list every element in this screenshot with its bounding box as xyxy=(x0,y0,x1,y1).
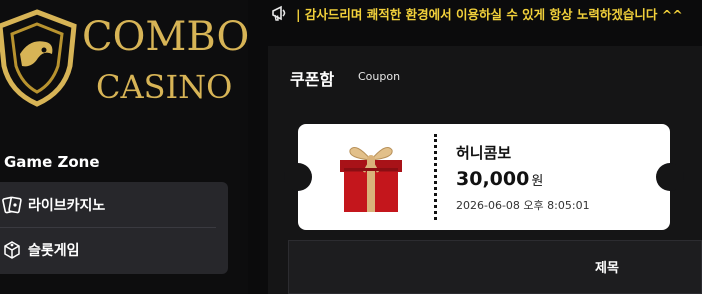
coupon-amount-value: 30,000 xyxy=(456,168,530,190)
coupon-table-header: 제목 xyxy=(288,240,702,294)
page-title: 쿠폰함 xyxy=(290,70,335,89)
logo[interactable]: COMBO CASINO xyxy=(0,4,249,114)
coupon-notch-left xyxy=(284,163,312,191)
slot-icon xyxy=(0,238,24,262)
announcement-icon xyxy=(270,3,290,23)
coupon-amount: 30,000 원 xyxy=(456,168,543,190)
sidebar-item-label: 라이브카지노 xyxy=(28,198,106,214)
coupon-date: 2026-06-08 오후 8:05:01 xyxy=(456,199,590,212)
page-subtitle: Coupon xyxy=(358,70,401,83)
coupon-card[interactable]: 허니콤보 30,000 원 2026-06-08 오후 8:05:01 xyxy=(284,124,684,230)
sidebar-item-slot-games[interactable]: 슬롯게임 xyxy=(0,228,228,272)
coupon-notch-right xyxy=(656,163,684,191)
notice-bar: | 감사드리며 쾌적한 환경에서 이용하실 수 있게 항상 노력하겠습니다 ^^ xyxy=(248,0,702,26)
logo-word-combo: COMBO xyxy=(82,14,250,60)
coupon-amount-unit: 원 xyxy=(531,174,544,189)
notice-text: | 감사드리며 쾌적한 환경에서 이용하실 수 있게 항상 노력하겠습니다 ^^ xyxy=(296,6,683,22)
column-header-title: 제목 xyxy=(595,261,619,276)
shield-logo-icon xyxy=(0,9,77,107)
cards-icon xyxy=(0,193,24,217)
sidebar: COMBO CASINO Game Zone 라이브카지노 슬롯게임 xyxy=(0,0,249,294)
app-root: COMBO CASINO Game Zone 라이브카지노 슬롯게임 | 감사드… xyxy=(0,0,702,294)
sidebar-item-live-casino[interactable]: 라이브카지노 xyxy=(0,183,228,227)
coupon-divider xyxy=(434,134,437,220)
coupon-name: 허니콤보 xyxy=(456,144,512,162)
sidebar-item-label: 슬롯게임 xyxy=(28,243,80,259)
coupon-panel: 쿠폰함 Coupon 허니콤보 30,000 원 2026-06-08 오후 8… xyxy=(268,46,702,294)
gift-box-icon xyxy=(336,138,406,214)
game-zone-title: Game Zone xyxy=(4,153,100,171)
game-menu: 라이브카지노 슬롯게임 xyxy=(0,182,228,274)
logo-word-casino: CASINO xyxy=(96,68,233,106)
